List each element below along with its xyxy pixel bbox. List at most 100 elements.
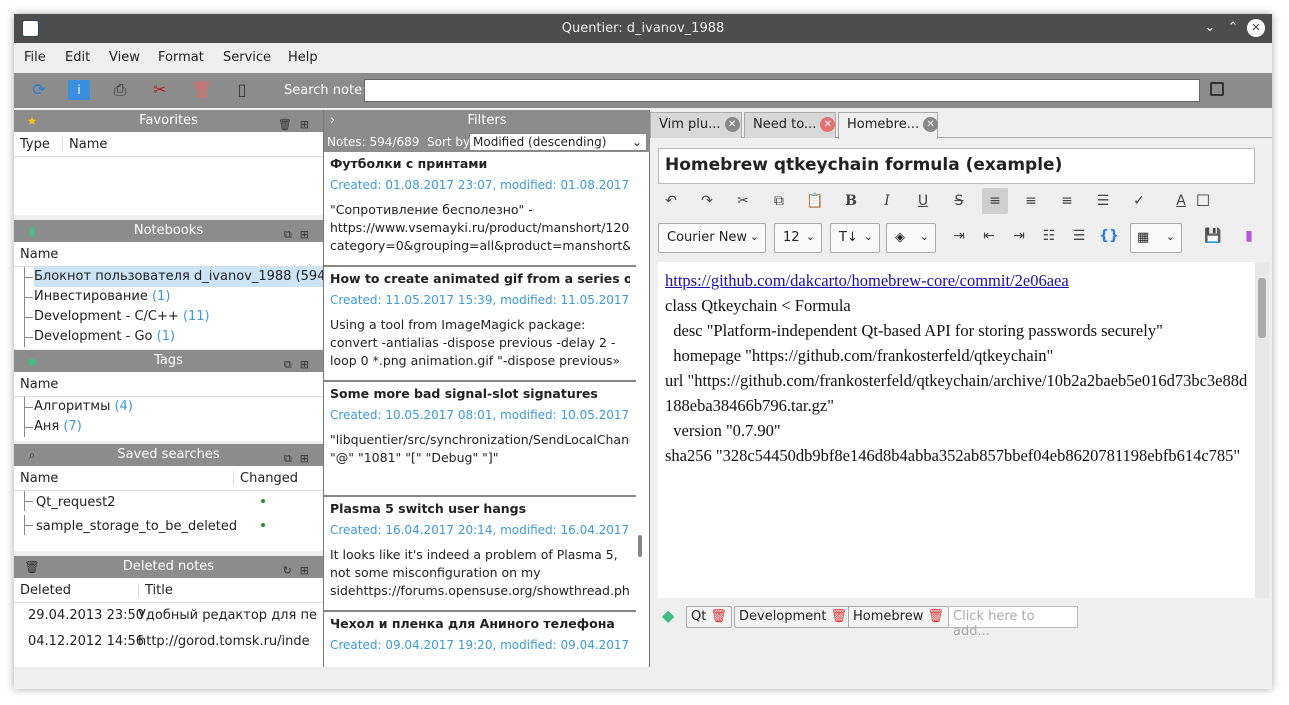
saved-search-item[interactable]: sample_storage_to_be_deleted: [14, 515, 323, 539]
tab-note-active[interactable]: Homebre... ✕: [838, 112, 939, 139]
col-name[interactable]: Name: [20, 247, 58, 262]
note-item[interactable]: Some more bad signal-slot signatures Cre…: [324, 382, 636, 497]
remove-tag-icon[interactable]: 🗑: [831, 609, 848, 624]
notebook-item[interactable]: Блокнот пользователя d_ivanov_1988 (594): [14, 267, 323, 287]
menu-edit[interactable]: Edit: [65, 50, 90, 65]
tags-panel[interactable]: Name Алгоритмы (4) Аня (7): [14, 372, 323, 441]
note-item[interactable]: Футболки с принтами Created: 01.08.2017 …: [324, 152, 636, 267]
col-name[interactable]: Name: [62, 137, 107, 152]
add-tag-input[interactable]: Click here to add...: [948, 606, 1078, 639]
highlight-select[interactable]: ◈ ⌄: [886, 223, 936, 253]
bullet-list-icon[interactable]: ☷: [1036, 223, 1062, 249]
col-name[interactable]: Name: [20, 377, 58, 392]
note-list-scrollbar[interactable]: [638, 535, 642, 557]
sync-icon[interactable]: ⟳: [28, 80, 50, 100]
text-style-select[interactable]: T↓ ⌄: [830, 223, 880, 253]
align-left-icon[interactable]: ≡: [982, 188, 1008, 214]
saved-searches-panel[interactable]: Name Changed Qt_request2 sample_storage_…: [14, 466, 323, 551]
copy-icon[interactable]: ⧉: [766, 188, 792, 214]
search-input[interactable]: [364, 79, 1200, 102]
tab-note[interactable]: Vim plu... ✕: [650, 112, 742, 138]
notebook-item[interactable]: Development - Go (1): [14, 327, 323, 347]
deleted-note-row[interactable]: 29.04.2013 23:50 Удобный редактор для пе: [14, 603, 323, 629]
changed-indicator: [261, 499, 265, 503]
insert-hr-icon[interactable]: ⇥: [946, 223, 972, 249]
info-icon[interactable]: i: [68, 80, 90, 100]
deleted-notes-panel[interactable]: Deleted Title 29.04.2013 23:50 Удобный ре…: [14, 578, 323, 667]
numbered-list-icon[interactable]: ☰: [1066, 223, 1092, 249]
paste-icon[interactable]: 📋: [802, 188, 828, 214]
close-icon[interactable]: ✕: [1247, 19, 1265, 37]
note-item[interactable]: Plasma 5 switch user hangs Created: 16.0…: [324, 497, 636, 612]
font-size-select[interactable]: 12 ⌄: [774, 223, 822, 253]
indent-icon[interactable]: ⇤: [976, 223, 1002, 249]
note-item[interactable]: Чехол и пленка для Аниного телефона Crea…: [324, 612, 636, 672]
attach-icon[interactable]: ▮: [1236, 223, 1262, 249]
note-link[interactable]: https://github.com/dakcarto/homebrew-cor…: [665, 271, 1069, 290]
note-line: url "https://github.com/frankosterfeld/q…: [665, 371, 1248, 415]
delete-note-icon[interactable]: 🗑: [191, 80, 213, 100]
deleted-notes-columns: Deleted Title: [14, 578, 323, 603]
close-tab-icon[interactable]: ✕: [724, 117, 740, 132]
cut-icon[interactable]: ✂: [730, 188, 756, 214]
notebook-item[interactable]: Инвестирование (1): [14, 287, 323, 307]
checkbox-icon[interactable]: ✓: [1126, 188, 1152, 214]
saved-search-item[interactable]: Qt_request2: [14, 491, 323, 515]
trash-icon: 🗑: [24, 560, 40, 574]
save-icon[interactable]: 💾: [1200, 223, 1226, 249]
maximize-icon[interactable]: ⌃: [1224, 19, 1242, 37]
deleted-note-row[interactable]: 04.12.2012 14:56 http://gorod.tomsk.ru/in…: [14, 629, 323, 655]
col-type[interactable]: Type: [20, 137, 50, 152]
notebook-item[interactable]: Development - C/C++ (11): [14, 307, 323, 327]
close-tab-icon[interactable]: ✕: [820, 117, 836, 132]
note-tag[interactable]: Homebrew 🗑: [848, 606, 949, 628]
color-swatch[interactable]: ☐: [1190, 188, 1216, 214]
code-block-icon[interactable]: {}: [1096, 223, 1122, 249]
expand-filters-icon[interactable]: ›: [330, 110, 335, 132]
col-name[interactable]: Name: [20, 471, 58, 486]
align-center-icon[interactable]: ≡: [1018, 188, 1044, 214]
print-icon[interactable]: ⎙: [109, 80, 131, 100]
underline-icon[interactable]: U: [910, 188, 936, 214]
save-search-icon[interactable]: [1210, 82, 1224, 96]
tag-item[interactable]: Алгоритмы (4): [14, 397, 323, 417]
outdent-icon[interactable]: ⇥: [1006, 223, 1032, 249]
tab-note[interactable]: Need to... ✕: [744, 112, 836, 138]
bold-icon[interactable]: B: [838, 188, 864, 214]
remove-tag-icon[interactable]: 🗑: [927, 609, 944, 624]
editor-scrollbar[interactable]: [1255, 262, 1269, 598]
menu-format[interactable]: Format: [158, 50, 204, 65]
notebooks-panel[interactable]: Name Блокнот пользователя d_ivanov_1988 …: [14, 242, 323, 349]
italic-icon[interactable]: I: [874, 188, 900, 214]
menu-file[interactable]: File: [24, 50, 46, 65]
pdf-icon[interactable]: ✂: [149, 80, 171, 100]
close-tab-icon[interactable]: ✕: [923, 117, 939, 132]
note-item[interactable]: How to create animated gif from a series…: [324, 267, 636, 382]
note-tag[interactable]: Qt 🗑: [686, 606, 732, 628]
menu-view[interactable]: View: [109, 50, 140, 65]
menu-help[interactable]: Help: [288, 50, 318, 65]
col-deleted[interactable]: Deleted: [20, 583, 71, 598]
justify-icon[interactable]: ☰: [1090, 188, 1116, 214]
note-title-input[interactable]: Homebrew qtkeychain formula (example): [658, 148, 1255, 184]
table-select[interactable]: ▦ ⌄: [1130, 223, 1182, 253]
minimize-icon[interactable]: ⌄: [1201, 19, 1219, 37]
align-right-icon[interactable]: ≡: [1054, 188, 1080, 214]
note-editor-content[interactable]: https://github.com/dakcarto/homebrew-cor…: [658, 262, 1255, 598]
tag-item[interactable]: Аня (7): [14, 417, 323, 437]
strikethrough-icon[interactable]: S: [946, 188, 972, 214]
undo-icon[interactable]: ↶: [658, 188, 684, 214]
font-family-select[interactable]: Courier New ⌄: [658, 223, 766, 253]
note-tag[interactable]: Development 🗑: [734, 606, 853, 628]
menu-service[interactable]: Service: [223, 50, 271, 65]
redo-icon[interactable]: ↷: [694, 188, 720, 214]
highlight-icon: ◈: [895, 230, 905, 245]
new-note-icon[interactable]: ▯: [231, 80, 253, 100]
col-title[interactable]: Title: [138, 583, 173, 598]
note-editor-panel: Vim plu... ✕ Need to... ✕ Homebre... ✕ Home…: [650, 110, 1272, 667]
sort-select[interactable]: Modified (descending) ⌄: [469, 133, 647, 151]
filters-bar[interactable]: › Filters: [324, 110, 650, 132]
favorites-panel[interactable]: Type Name: [14, 132, 323, 215]
col-changed[interactable]: Changed: [233, 471, 298, 486]
remove-tag-icon[interactable]: 🗑: [710, 609, 727, 624]
